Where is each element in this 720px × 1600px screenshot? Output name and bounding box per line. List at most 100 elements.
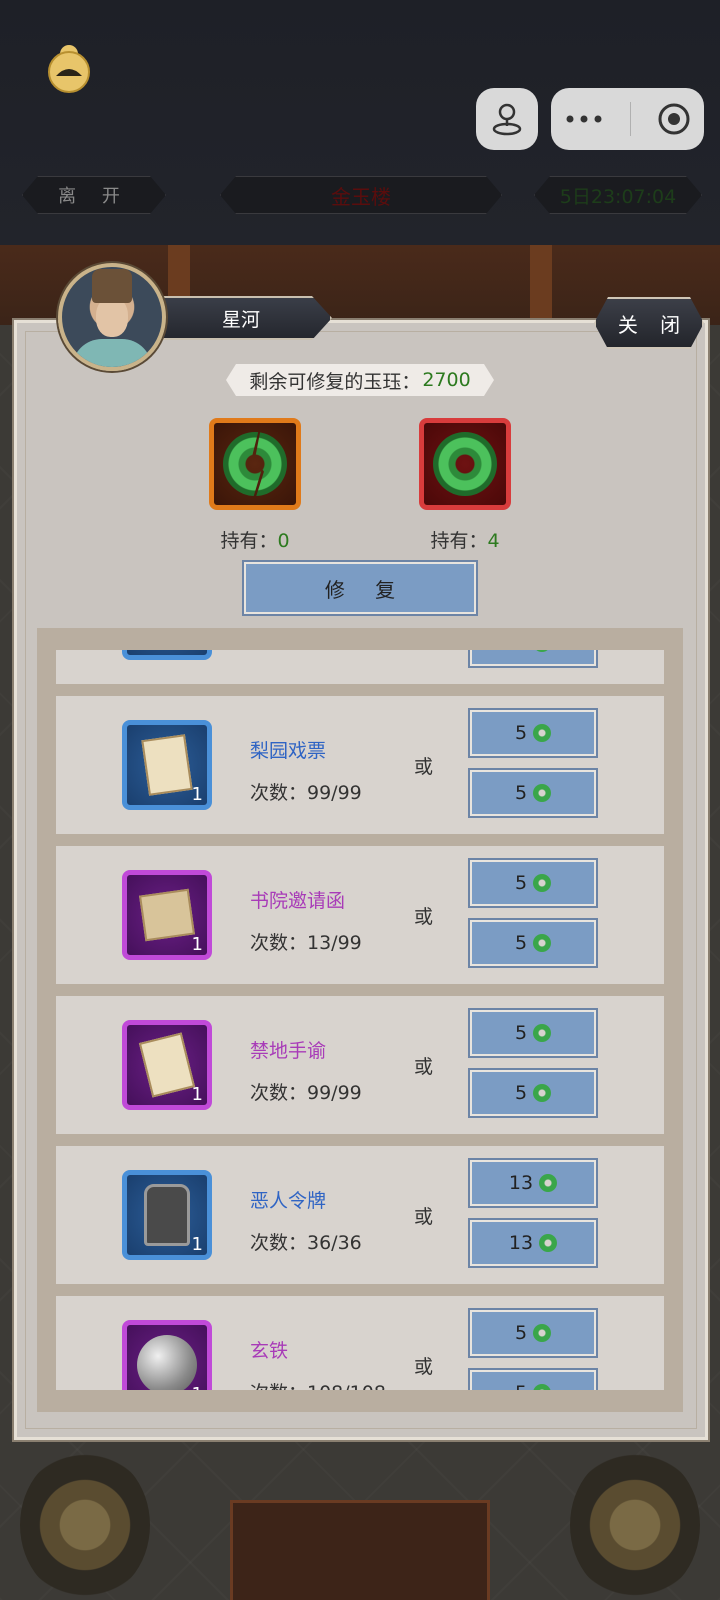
iron-orb-icon[interactable]: 1 [122,1320,212,1390]
cost-value: 5 [515,650,527,654]
item-uses: 次数：36/36 [250,1232,362,1254]
cost-button-b[interactable]: 13 [470,1220,596,1266]
portrait-collar [72,339,152,367]
token-image [144,1184,190,1246]
background-decoration [570,1450,700,1600]
item-uses: 次数：13/99 [250,932,362,954]
location-title: 金玉楼 [220,176,502,214]
cost-value: 5 [514,782,528,804]
background-pillar [530,245,552,325]
cost-value: 5 [515,1382,527,1390]
item-uses: 次数：99/99 [250,1082,362,1104]
cost-value: 13 [508,1232,534,1254]
jade-currency-icon [533,1084,552,1102]
broken-jade-icon [223,432,287,496]
whole-jade-slot[interactable] [419,418,511,510]
background-table [230,1500,490,1600]
decree-icon[interactable]: 1 [122,1020,212,1110]
item-list[interactable]: 5 1 梨园戏票 次数：99/99 或 5 5 1 书院邀请函 次数：13/99… [56,650,664,1390]
broken-jade-currency-icon [533,1024,552,1042]
decree-image [138,1032,196,1098]
or-label: 或 [414,1356,434,1378]
item-name: 书院邀请函 [250,890,346,912]
cost-button[interactable]: 5 [470,650,596,666]
ticket-icon[interactable]: 1 [122,720,212,810]
ticket-image [141,734,193,796]
mini-program-capsule [551,88,704,150]
cost-value: 5 [514,722,528,744]
cost-value: 5 [514,872,528,894]
player-portrait[interactable] [58,263,166,371]
token-icon[interactable]: 1 [122,1170,212,1260]
cost-button-b[interactable]: 5 [470,770,596,816]
jade-currency-icon [539,1234,558,1252]
profile-badge-icon[interactable] [44,42,94,96]
jade-disc-icon [433,432,497,496]
event-timer: 5日23:07:04 [534,176,702,214]
or-label: 或 [414,756,434,778]
list-item: 5 [56,650,664,684]
whole-jade-holding: 持有：4 [395,526,535,553]
cost-button-a[interactable]: 5 [470,1310,596,1356]
jade-currency-icon [533,784,552,802]
item-count: 1 [191,934,203,955]
close-program-icon[interactable] [657,102,691,136]
cost-button-b[interactable]: 5 [470,1370,596,1390]
iron-orb-image [137,1335,197,1390]
jade-currency-icon [533,1384,552,1390]
invitation-icon[interactable]: 1 [122,870,212,960]
list-item: 1 玄铁 次数：108/108 或 5 5 [56,1296,664,1390]
cost-button-a[interactable]: 5 [470,860,596,906]
item-uses: 次数：108/108 [250,1378,386,1390]
cost-button-a[interactable]: 13 [470,1160,596,1206]
leave-button[interactable]: 离 开 [22,176,166,214]
cost-button-b[interactable]: 5 [470,920,596,966]
more-options-icon[interactable] [564,114,604,124]
broken-jade-slot[interactable] [209,418,301,510]
or-label: 或 [414,906,434,928]
item-uses: 次数：99/99 [250,782,362,804]
remaining-repairs: 剩余可修复的玉珏： 2700 [226,364,494,396]
broken-jade-currency-icon [533,1324,552,1342]
item-name: 禁地手谕 [250,1040,327,1062]
capsule-divider [630,102,631,136]
hold-label: 持有： [220,530,278,552]
broken-jade-currency-icon [533,874,552,892]
cost-value: 5 [514,1322,528,1344]
remaining-value: 2700 [422,369,471,391]
jade-currency-icon [533,650,552,652]
item-count: 1 [192,1384,203,1390]
remaining-label: 剩余可修复的玉珏： [249,370,421,393]
broken-jade-holding: 持有：0 [185,526,325,553]
or-label: 或 [414,1056,434,1078]
cost-value: 5 [514,1082,528,1104]
portrait-face [96,297,128,337]
background-decoration [20,1450,150,1600]
broken-jade-count: 0 [277,530,290,552]
cost-value: 5 [514,1022,528,1044]
whole-jade-count: 4 [487,530,500,552]
player-name: 星河 [150,296,332,340]
list-item: 1 书院邀请函 次数：13/99 或 5 5 [56,846,664,984]
item-name: 玄铁 [250,1340,289,1362]
item-count: 1 [191,1084,203,1105]
game-center-button[interactable] [476,88,538,150]
close-button[interactable]: 关 闭 [594,297,704,349]
cost-button-b[interactable]: 5 [470,1070,596,1116]
portrait-hat [92,269,132,303]
or-label: 或 [414,1206,434,1228]
repair-button[interactable]: 修 复 [244,562,476,614]
list-item: 1 恶人令牌 次数：36/36 或 13 13 [56,1146,664,1284]
cost-button-a[interactable]: 5 [470,710,596,756]
jade-currency-icon [533,934,552,952]
cost-value: 5 [514,932,528,954]
hold-label: 持有： [430,530,488,552]
item-count: 1 [191,784,203,805]
cost-button-a[interactable]: 5 [470,1010,596,1056]
list-item: 1 禁地手谕 次数：99/99 或 5 5 [56,996,664,1134]
joystick-icon [492,103,522,136]
broken-jade-currency-icon [533,724,552,742]
list-item: 1 梨园戏票 次数：99/99 或 5 5 [56,696,664,834]
item-icon-frame[interactable] [122,650,212,660]
item-name: 恶人令牌 [250,1190,327,1212]
